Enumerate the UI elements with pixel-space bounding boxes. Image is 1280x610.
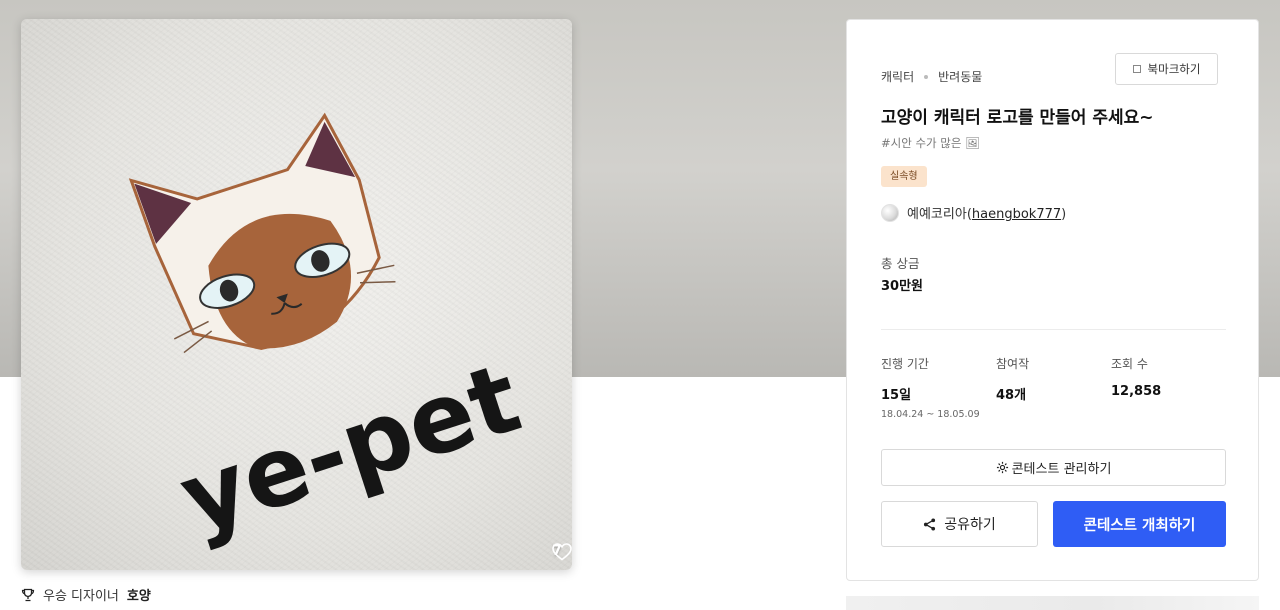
logo-text: ye-pet <box>168 342 533 556</box>
duration-range: 18.04.24 ~ 18.05.09 <box>881 409 980 420</box>
gear-icon <box>996 461 1008 474</box>
manage-label: 콘테스트 관리하기 <box>1011 462 1112 477</box>
contest-host: 예예코리아(haengbok777) <box>881 203 1066 222</box>
trophy-icon <box>21 588 35 601</box>
prize-value: 30만원 <box>881 279 924 294</box>
duration-label: 진행 기간 <box>881 357 929 371</box>
next-section-card <box>846 596 1259 610</box>
bookmark-label: 북마크하기 <box>1147 62 1201 76</box>
bookmark-button[interactable]: 북마크하기 <box>1115 53 1218 85</box>
prize-label: 총 상금 <box>881 256 920 271</box>
share-label: 공유하기 <box>944 517 996 533</box>
views-label: 조회 수 <box>1111 357 1148 371</box>
entries-label: 참여작 <box>996 357 1030 371</box>
cat-logo-illustration: ye-pet <box>128 112 533 556</box>
share-icon <box>924 517 936 531</box>
divider <box>881 329 1226 330</box>
stat-views: 조회 수 12,858 <box>1111 355 1161 399</box>
winner-prefix: 우승 디자이너 <box>43 589 119 604</box>
contest-info-panel: 캐릭터 반려동물 북마크하기 고양이 캐릭터 로고를 만들어 주세요~ #시안 … <box>846 19 1259 581</box>
host-contest-button[interactable]: 콘테스트 개최하기 <box>1053 501 1226 547</box>
bookmark-icon <box>1132 65 1141 73</box>
subcategory-link[interactable]: 반려동물 <box>938 68 982 85</box>
views-value: 12,858 <box>1111 384 1162 399</box>
category-breadcrumb: 캐릭터 반려동물 <box>881 68 982 85</box>
like-counter[interactable]: 7 <box>552 543 572 561</box>
breadcrumb-separator <box>924 74 929 79</box>
category-link[interactable]: 캐릭터 <box>881 68 914 85</box>
manage-contest-button[interactable]: 콘테스트 관리하기 <box>881 449 1226 486</box>
duration-value: 15일 <box>881 388 912 403</box>
contest-winner-image[interactable]: ye-pet 7 <box>21 19 572 570</box>
contest-type-badge: 실속형 <box>881 166 927 187</box>
winner-name[interactable]: 호양 <box>127 585 151 604</box>
entries-value: 48개 <box>996 388 1027 403</box>
winner-designer: 우승 디자이너 호양 <box>21 585 151 604</box>
share-button[interactable]: 공유하기 <box>881 501 1038 547</box>
host-close-paren: ) <box>1061 207 1067 222</box>
heart-icon <box>552 543 572 561</box>
host-avatar[interactable] <box>881 203 899 222</box>
stat-duration: 진행 기간 15일 18.04.24 ~ 18.05.09 <box>881 355 980 420</box>
contest-title: 고양이 캐릭터 로고를 만들어 주세요~ <box>881 108 1154 128</box>
host-handle-link[interactable]: haengbok777 <box>972 207 1061 222</box>
stat-entries: 참여작 48개 <box>996 355 1029 403</box>
contest-hashtag[interactable]: #시안 수가 많은 🖼 <box>881 135 980 151</box>
host-name: 예예코리아 <box>907 207 967 222</box>
